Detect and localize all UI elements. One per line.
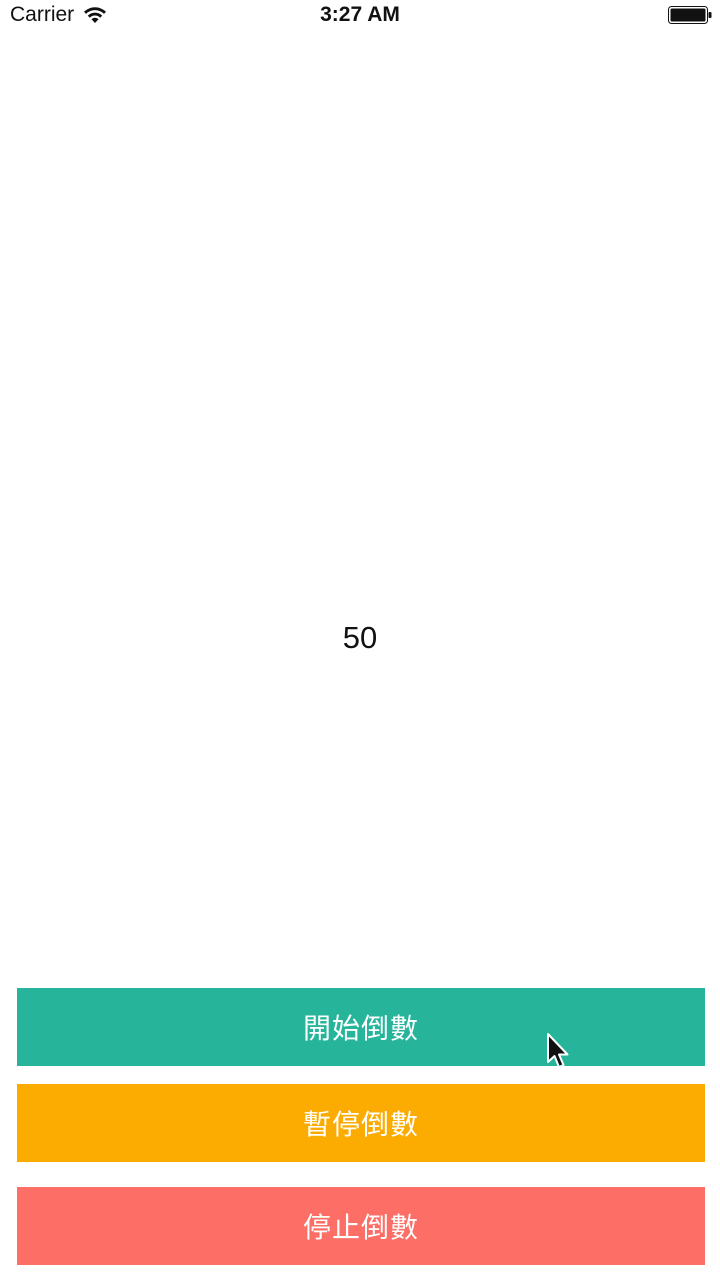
countdown-value: 50 bbox=[342, 620, 378, 655]
status-bar: Carrier 3:27 AM bbox=[0, 0, 720, 36]
pause-countdown-button[interactable]: 暫停倒數 bbox=[17, 1084, 705, 1162]
stop-countdown-button[interactable]: 停止倒數 bbox=[17, 1187, 705, 1265]
pause-countdown-label: 暫停倒數 bbox=[302, 1108, 419, 1141]
battery-icon bbox=[668, 6, 712, 24]
start-countdown-label: 開始倒數 bbox=[302, 1012, 419, 1045]
status-time: 3:27 AM bbox=[320, 3, 400, 26]
start-countdown-button[interactable]: 開始倒數 bbox=[17, 988, 705, 1066]
stop-countdown-label: 停止倒數 bbox=[302, 1211, 419, 1244]
